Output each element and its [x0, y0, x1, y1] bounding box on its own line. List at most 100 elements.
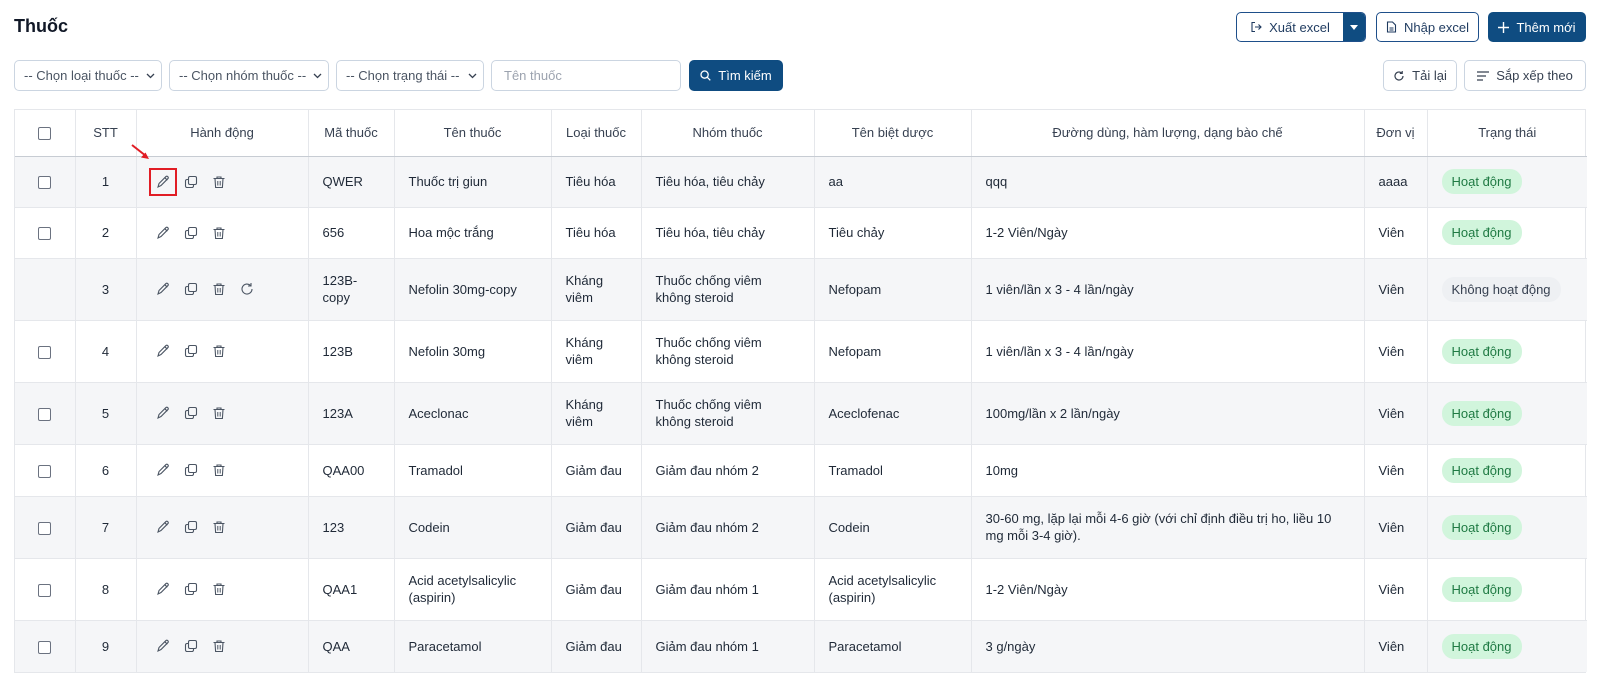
edit-icon[interactable]: [155, 405, 171, 421]
chevron-down-icon: [468, 73, 477, 78]
search-button-label: Tìm kiếm: [718, 68, 772, 83]
edit-icon[interactable]: [155, 638, 171, 654]
search-button[interactable]: Tìm kiếm: [689, 60, 783, 91]
row-type: Kháng viêm: [551, 382, 642, 445]
row-actions: [136, 620, 309, 672]
table-row: 2 656 Hoa mộc trắng Tiêu hóa Tiêu hóa, tiêu …: [15, 207, 1587, 259]
export-icon: [1251, 21, 1262, 33]
row-group: Tiêu hóa, tiêu chảy: [641, 207, 815, 259]
edit-icon[interactable]: [148, 167, 177, 196]
row-select-cell: [15, 156, 76, 208]
status-badge: Hoạt động: [1441, 514, 1522, 540]
edit-icon[interactable]: [155, 281, 171, 297]
reload-button[interactable]: Tải lại: [1383, 60, 1457, 91]
add-new-label: Thêm mới: [1516, 19, 1576, 35]
duplicate-icon[interactable]: [183, 519, 199, 535]
status-badge: Hoạt động: [1441, 220, 1522, 245]
header-status: Trạng thái: [1427, 110, 1587, 157]
select-all-checkbox[interactable]: [38, 127, 52, 141]
row-name: Hoa mộc trắng: [394, 207, 552, 259]
row-type: Tiêu hóa: [551, 156, 642, 208]
row-checkbox[interactable]: [38, 640, 52, 654]
row-checkbox[interactable]: [38, 521, 52, 535]
duplicate-icon[interactable]: [183, 281, 199, 297]
drug-type-select[interactable]: -- Chọn loại thuốc --: [14, 60, 162, 91]
header-group: Nhóm thuốc: [641, 110, 815, 157]
status-select[interactable]: -- Chọn trạng thái --: [336, 60, 484, 91]
row-select-cell: [15, 258, 76, 321]
row-checkbox[interactable]: [38, 407, 52, 421]
duplicate-icon[interactable]: [183, 225, 199, 241]
export-dropdown-toggle[interactable]: [1343, 13, 1365, 41]
row-select-cell: [15, 620, 76, 672]
edit-icon[interactable]: [155, 519, 171, 535]
row-group: Giảm đau nhóm 1: [641, 620, 815, 672]
export-excel-label: Xuất excel: [1269, 19, 1330, 35]
status-badge: Hoạt động: [1441, 457, 1522, 483]
row-checkbox[interactable]: [38, 227, 52, 241]
trash-icon[interactable]: [211, 405, 227, 421]
row-actions: [136, 496, 309, 559]
trash-icon[interactable]: [211, 343, 227, 359]
trash-icon[interactable]: [211, 519, 227, 535]
row-checkbox[interactable]: [38, 464, 52, 478]
duplicate-icon[interactable]: [183, 174, 199, 190]
row-code: QAA1: [308, 558, 395, 621]
trash-icon[interactable]: [211, 638, 227, 654]
row-code: 656: [308, 207, 395, 259]
row-unit: Viên: [1364, 258, 1428, 321]
duplicate-icon[interactable]: [183, 343, 199, 359]
row-group: Tiêu hóa, tiêu chảy: [641, 156, 815, 208]
refresh-icon: [1394, 70, 1404, 81]
file-icon: [1386, 21, 1397, 33]
row-usage: 3 g/ngày: [971, 620, 1365, 672]
row-stt: 8: [75, 558, 137, 621]
table-header-row: STT Hành động Mã thuốc Tên thuốc Loại th…: [15, 110, 1587, 157]
row-status-cell: Hoạt động: [1427, 382, 1587, 445]
trash-icon[interactable]: [211, 281, 227, 297]
sort-button[interactable]: Sắp xếp theo: [1464, 60, 1586, 91]
row-type: Giảm đau: [551, 444, 642, 497]
row-checkbox[interactable]: [38, 345, 52, 359]
status-badge: Hoạt động: [1441, 338, 1522, 364]
row-status-cell: Hoạt động: [1427, 444, 1587, 497]
drug-name-input[interactable]: [491, 60, 681, 91]
row-actions: [136, 558, 309, 621]
row-checkbox[interactable]: [38, 176, 52, 190]
import-excel-button[interactable]: Nhập excel: [1376, 12, 1479, 42]
row-status-cell: Hoạt động: [1427, 156, 1587, 208]
header-brand: Tên biệt dược: [814, 110, 972, 157]
trash-icon[interactable]: [211, 462, 227, 478]
duplicate-icon[interactable]: [183, 405, 199, 421]
edit-icon[interactable]: [155, 225, 171, 241]
status-value: -- Chọn trạng thái --: [346, 68, 460, 83]
row-brand: Tiêu chảy: [814, 207, 972, 259]
reload-label: Tải lại: [1412, 68, 1447, 83]
trash-icon[interactable]: [211, 581, 227, 597]
restore-icon[interactable]: [239, 281, 255, 297]
row-select-cell: [15, 558, 76, 621]
status-badge: Hoạt động: [1441, 169, 1522, 194]
duplicate-icon[interactable]: [183, 638, 199, 654]
duplicate-icon[interactable]: [183, 581, 199, 597]
header-type: Loại thuốc: [551, 110, 642, 157]
row-group: Thuốc chống viêm không steroid: [641, 258, 815, 321]
export-excel-button[interactable]: Xuất excel: [1237, 13, 1343, 41]
row-stt: 4: [75, 320, 137, 383]
trash-icon[interactable]: [211, 225, 227, 241]
add-new-button[interactable]: Thêm mới: [1488, 12, 1586, 42]
row-usage: 1-2 Viên/Ngày: [971, 558, 1365, 621]
row-usage: 1 viên/lần x 3 - 4 lần/ngày: [971, 320, 1365, 383]
trash-icon[interactable]: [211, 174, 227, 190]
row-group: Giảm đau nhóm 1: [641, 558, 815, 621]
row-actions: [136, 258, 309, 321]
row-brand: Nefopam: [814, 320, 972, 383]
edit-icon[interactable]: [155, 343, 171, 359]
row-checkbox[interactable]: [38, 583, 52, 597]
row-name: Nefolin 30mg: [394, 320, 552, 383]
duplicate-icon[interactable]: [183, 462, 199, 478]
edit-icon[interactable]: [155, 581, 171, 597]
drug-table: STT Hành động Mã thuốc Tên thuốc Loại th…: [14, 109, 1587, 673]
drug-group-select[interactable]: -- Chọn nhóm thuốc --: [169, 60, 329, 91]
edit-icon[interactable]: [155, 462, 171, 478]
